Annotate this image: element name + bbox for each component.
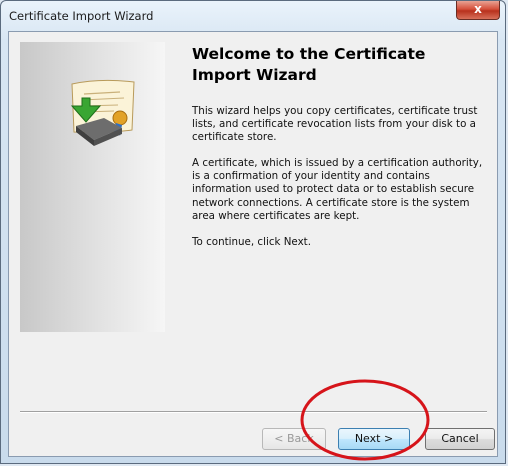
continue-instruction: To continue, click Next. (192, 235, 311, 248)
intro-paragraph: This wizard helps you copy certificates,… (192, 105, 478, 144)
wizard-body: Welcome to the Certificate Import Wizard… (8, 31, 498, 457)
certificate-import-icon (70, 79, 135, 146)
window-title: Certificate Import Wizard (9, 9, 154, 23)
wizard-content: Welcome to the Certificate Import Wizard… (192, 44, 487, 262)
next-button[interactable]: Next > (338, 428, 410, 450)
back-button[interactable]: < Back (262, 428, 326, 450)
title-bar[interactable]: Certificate Import Wizard x (1, 1, 505, 31)
close-button[interactable]: x (456, 1, 500, 20)
close-icon: x (474, 2, 482, 16)
wizard-side-panel (20, 42, 165, 332)
cancel-button[interactable]: Cancel (425, 428, 495, 450)
wizard-heading: Welcome to the Certificate Import Wizard (192, 45, 426, 84)
certificate-import-wizard-window: Certificate Import Wizard x Welcome to t… (0, 0, 506, 464)
certificate-description-paragraph: A certificate, which is issued by a cert… (192, 157, 483, 222)
button-separator (20, 411, 487, 413)
